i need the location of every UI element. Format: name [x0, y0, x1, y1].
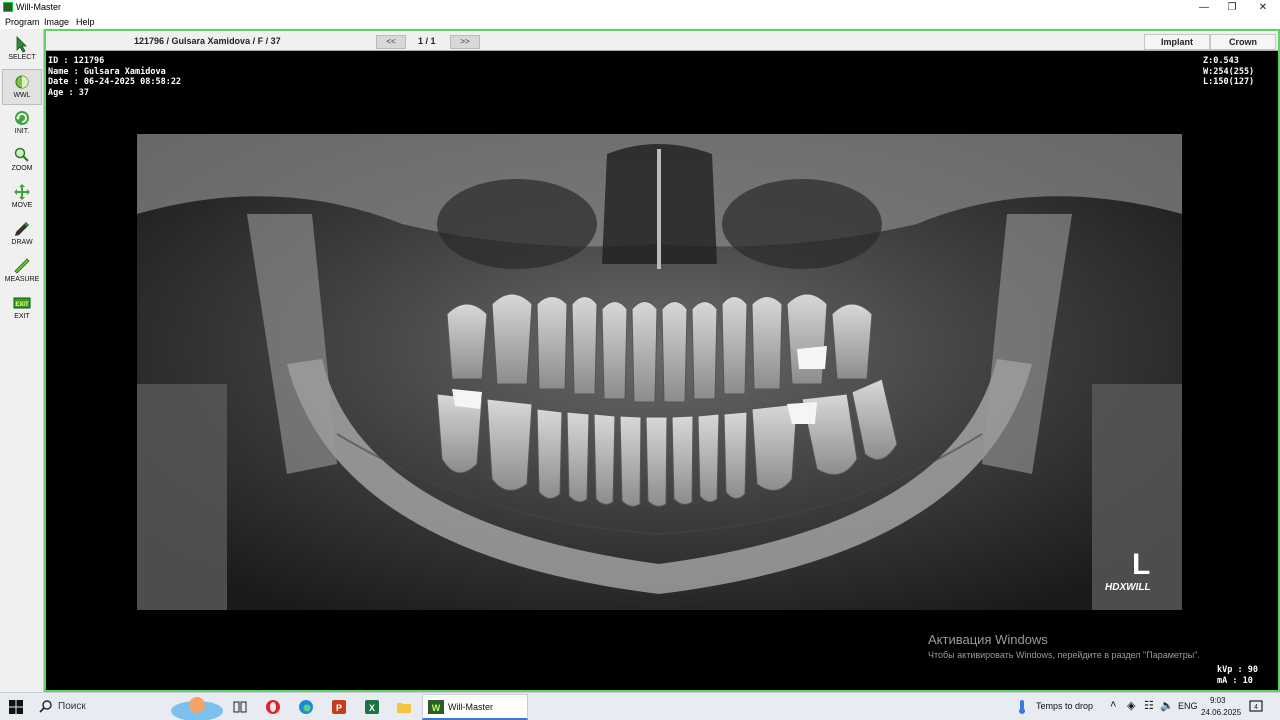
opera-icon[interactable] — [265, 699, 281, 715]
tool-wwl[interactable]: WWL — [2, 69, 42, 105]
thermometer-icon — [1019, 700, 1025, 714]
viewer-header: 121796 / Gulsara Xamidova / F / 37 << 1 … — [46, 31, 1278, 51]
taskbar-search[interactable]: Поиск — [58, 701, 86, 712]
tool-select[interactable]: SELECT — [2, 32, 42, 68]
app-icon — [3, 2, 13, 12]
tool-zoom[interactable]: ZOOM — [2, 143, 42, 179]
zoom-readout: Z:0.543 — [1203, 56, 1239, 66]
implant-button[interactable]: Implant — [1144, 34, 1210, 50]
svg-text:X: X — [369, 703, 375, 713]
tool-measure[interactable]: MEASURE — [2, 254, 42, 290]
ma-readout: mA : 10 — [1217, 675, 1253, 686]
tray-volume-icon[interactable]: 🔈 — [1160, 699, 1174, 712]
taskbar-app-label: Will-Master — [448, 702, 493, 712]
xray-drawing: L HDXWILL — [137, 134, 1182, 610]
tool-init-label: INIT. — [14, 128, 30, 135]
search-icon[interactable] — [38, 699, 54, 715]
menu-program[interactable]: Program — [5, 17, 40, 27]
page-indicator: 1 / 1 — [418, 36, 436, 46]
will-master-icon: W — [428, 700, 444, 714]
tool-draw-label: DRAW — [11, 239, 33, 246]
patient-age: Age : 37 — [48, 87, 89, 98]
image-viewer[interactable]: 121796 / Gulsara Xamidova / F / 37 << 1 … — [44, 29, 1280, 692]
activation-subtitle: Чтобы активировать Windows, перейдите в … — [928, 650, 1200, 660]
tray-chevron-icon[interactable]: ˄ — [1110, 699, 1116, 711]
brand-watermark: HDXWILL — [1105, 582, 1151, 593]
weather-text[interactable]: Temps to drop — [1036, 701, 1093, 711]
contrast-icon — [15, 75, 29, 89]
tool-draw[interactable]: DRAW — [2, 217, 42, 253]
task-view-icon[interactable] — [232, 699, 248, 715]
move-arrows-icon — [14, 184, 30, 200]
menu-image[interactable]: Image — [44, 17, 69, 27]
crown-button[interactable]: Crown — [1210, 34, 1276, 50]
tool-exit-label: EXIT — [14, 313, 30, 320]
side-marker: L — [1132, 548, 1150, 581]
tray-network-icon[interactable]: ◈ — [1127, 699, 1135, 712]
ruler-icon — [14, 258, 30, 274]
tool-exit[interactable]: EXIT EXIT — [2, 291, 42, 327]
notification-icon[interactable]: 4 — [1248, 699, 1264, 715]
tray-wifi-icon[interactable]: ☷ — [1144, 699, 1154, 712]
excel-icon[interactable]: X — [364, 699, 380, 715]
tool-move-label: MOVE — [11, 202, 33, 209]
tool-init[interactable]: INIT. — [2, 106, 42, 142]
activation-title: Активация Windows — [928, 632, 1048, 647]
svg-text:EXIT: EXIT — [15, 302, 29, 308]
powerpoint-icon[interactable]: P — [331, 699, 347, 715]
edge-icon[interactable] — [298, 699, 314, 715]
patient-info-overlay: ID : 121796 Name : Gulsara Xamidova Date… — [48, 56, 181, 98]
tool-sidebar: SELECT WWL INIT. ZOOM MOVE DRAW MEASURE … — [0, 29, 44, 692]
clock-date[interactable]: 24.06.2025 — [1201, 708, 1241, 717]
tool-measure-label: MEASURE — [4, 276, 40, 283]
window-readout: W:254(255) — [1203, 66, 1255, 77]
patient-id: ID : 121796 — [48, 56, 105, 66]
menu-bar: Program Image Help — [0, 15, 1280, 29]
patient-name: Name : Gulsara Xamidova — [48, 66, 166, 77]
kvp-readout: kVp : 90 — [1217, 665, 1258, 675]
pen-icon — [15, 222, 29, 236]
refresh-icon — [15, 111, 29, 125]
taskbar-app-will-master[interactable]: W Will-Master — [422, 694, 528, 720]
tool-zoom-label: ZOOM — [11, 165, 33, 172]
window-title: Will-Master — [16, 2, 61, 12]
exit-icon: EXIT — [13, 297, 31, 309]
magnifier-icon — [14, 147, 29, 162]
next-page-button[interactable]: >> — [450, 35, 480, 49]
display-settings-overlay: Z:0.543 W:254(255) L:150(127) — [1203, 56, 1254, 88]
tool-select-label: SELECT — [8, 54, 36, 61]
close-button[interactable]: ✕ — [1246, 0, 1280, 15]
file-explorer-icon[interactable] — [396, 699, 412, 715]
clock-time[interactable]: 9:03 — [1210, 696, 1226, 705]
taskbar: Поиск P X W Will-Master Temps to drop ˄ … — [0, 692, 1280, 720]
weather-widget-art — [171, 697, 223, 720]
tool-wwl-label: WWL — [13, 92, 31, 99]
prev-page-button[interactable]: << — [376, 35, 406, 49]
patient-header: 121796 / Gulsara Xamidova / F / 37 — [134, 36, 281, 46]
svg-text:W: W — [432, 703, 441, 713]
windows-start-icon[interactable] — [8, 699, 24, 715]
exam-date: Date : 06-24-2025 08:58:22 — [48, 77, 182, 87]
level-readout: L:150(127) — [1203, 77, 1255, 87]
maximize-button[interactable]: ❐ — [1215, 0, 1249, 15]
menu-help[interactable]: Help — [76, 17, 95, 27]
language-indicator[interactable]: ENG — [1178, 701, 1198, 711]
panoramic-xray-image[interactable]: L HDXWILL — [137, 134, 1182, 610]
tool-move[interactable]: MOVE — [2, 180, 42, 216]
svg-text:4: 4 — [1254, 704, 1258, 711]
title-bar: Will-Master — ❐ ✕ — [0, 0, 1280, 15]
svg-text:P: P — [336, 703, 342, 713]
exposure-overlay: kVp : 90 mA : 10 — [1217, 665, 1258, 686]
arrow-cursor-icon — [16, 36, 27, 53]
